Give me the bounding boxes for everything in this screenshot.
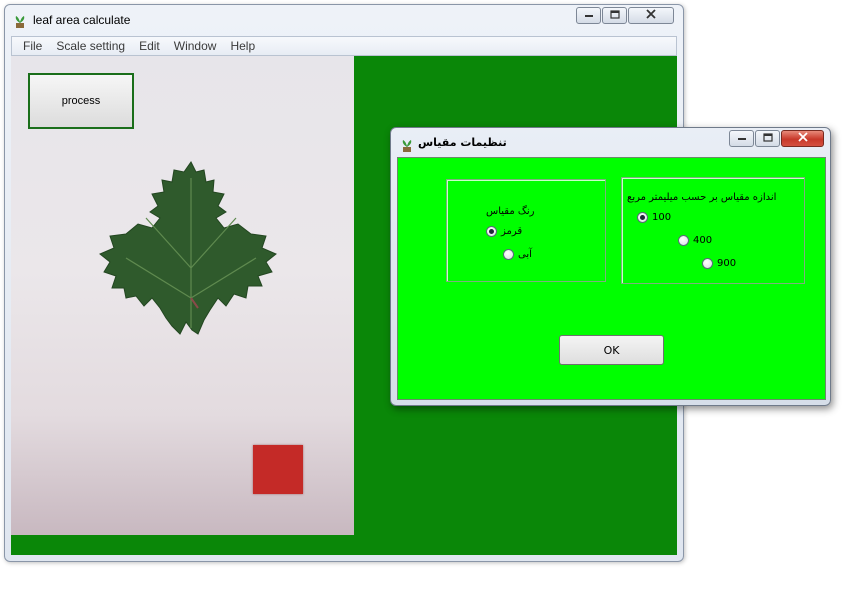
menu-help[interactable]: Help xyxy=(223,39,262,53)
leaf-image xyxy=(99,161,277,335)
radio-indicator[interactable] xyxy=(678,235,689,246)
close-icon xyxy=(646,9,656,22)
dialog-minimize-button[interactable] xyxy=(729,130,754,147)
ok-button[interactable]: OK xyxy=(559,335,664,365)
dialog-maximize-button[interactable] xyxy=(755,130,780,147)
maximize-button[interactable] xyxy=(602,7,627,24)
scale-size-label: اندازه مقیاس بر حسب میلیمتر مربع xyxy=(627,192,777,203)
close-icon xyxy=(797,132,808,145)
minimize-icon xyxy=(737,133,747,144)
radio-size-100-label: 100 xyxy=(652,212,672,223)
radio-indicator[interactable] xyxy=(702,258,713,269)
radio-indicator[interactable] xyxy=(486,226,497,237)
maximize-icon xyxy=(609,9,620,22)
plant-icon xyxy=(12,13,28,29)
minimize-icon xyxy=(584,10,594,21)
scale-size-group: اندازه مقیاس بر حسب میلیمتر مربع 100 400… xyxy=(621,177,805,284)
radio-blue[interactable]: آبی xyxy=(503,249,532,260)
desktop: leaf area calculate File Scale setting E… xyxy=(0,0,849,589)
radio-indicator[interactable] xyxy=(637,212,648,223)
menu-file[interactable]: File xyxy=(16,39,49,53)
red-scale-square xyxy=(253,445,303,494)
minimize-button[interactable] xyxy=(576,7,601,24)
scale-color-group: رنگ مقیاس قرمز آبی xyxy=(446,179,606,282)
scale-settings-dialog: تنظیمات مقیاس رنگ مقیاس قرمز آبی اندازه … xyxy=(390,127,831,406)
radio-size-400[interactable]: 400 xyxy=(678,235,712,246)
radio-size-900-label: 900 xyxy=(717,258,737,269)
radio-size-100[interactable]: 100 xyxy=(637,212,671,223)
menubar: File Scale setting Edit Window Help xyxy=(11,36,677,56)
radio-red[interactable]: قرمز xyxy=(486,226,522,237)
scale-color-label: رنگ مقیاس xyxy=(486,206,535,217)
radio-red-label: قرمز xyxy=(501,226,523,237)
plant-icon xyxy=(399,137,415,153)
process-button[interactable]: process xyxy=(28,73,134,129)
window-title: leaf area calculate xyxy=(33,13,131,27)
dialog-title: تنظیمات مقیاس xyxy=(418,136,507,149)
menu-window[interactable]: Window xyxy=(167,39,224,53)
close-button[interactable] xyxy=(628,7,674,24)
dialog-body: رنگ مقیاس قرمز آبی اندازه مقیاس بر حسب م… xyxy=(397,157,826,400)
maximize-icon xyxy=(762,132,773,145)
dialog-close-button[interactable] xyxy=(781,130,824,147)
menu-scale-setting[interactable]: Scale setting xyxy=(49,39,132,53)
radio-size-900[interactable]: 900 xyxy=(702,258,736,269)
radio-blue-label: آبی xyxy=(518,249,532,260)
radio-size-400-label: 400 xyxy=(693,235,713,246)
radio-indicator[interactable] xyxy=(503,249,514,260)
menu-edit[interactable]: Edit xyxy=(132,39,167,53)
